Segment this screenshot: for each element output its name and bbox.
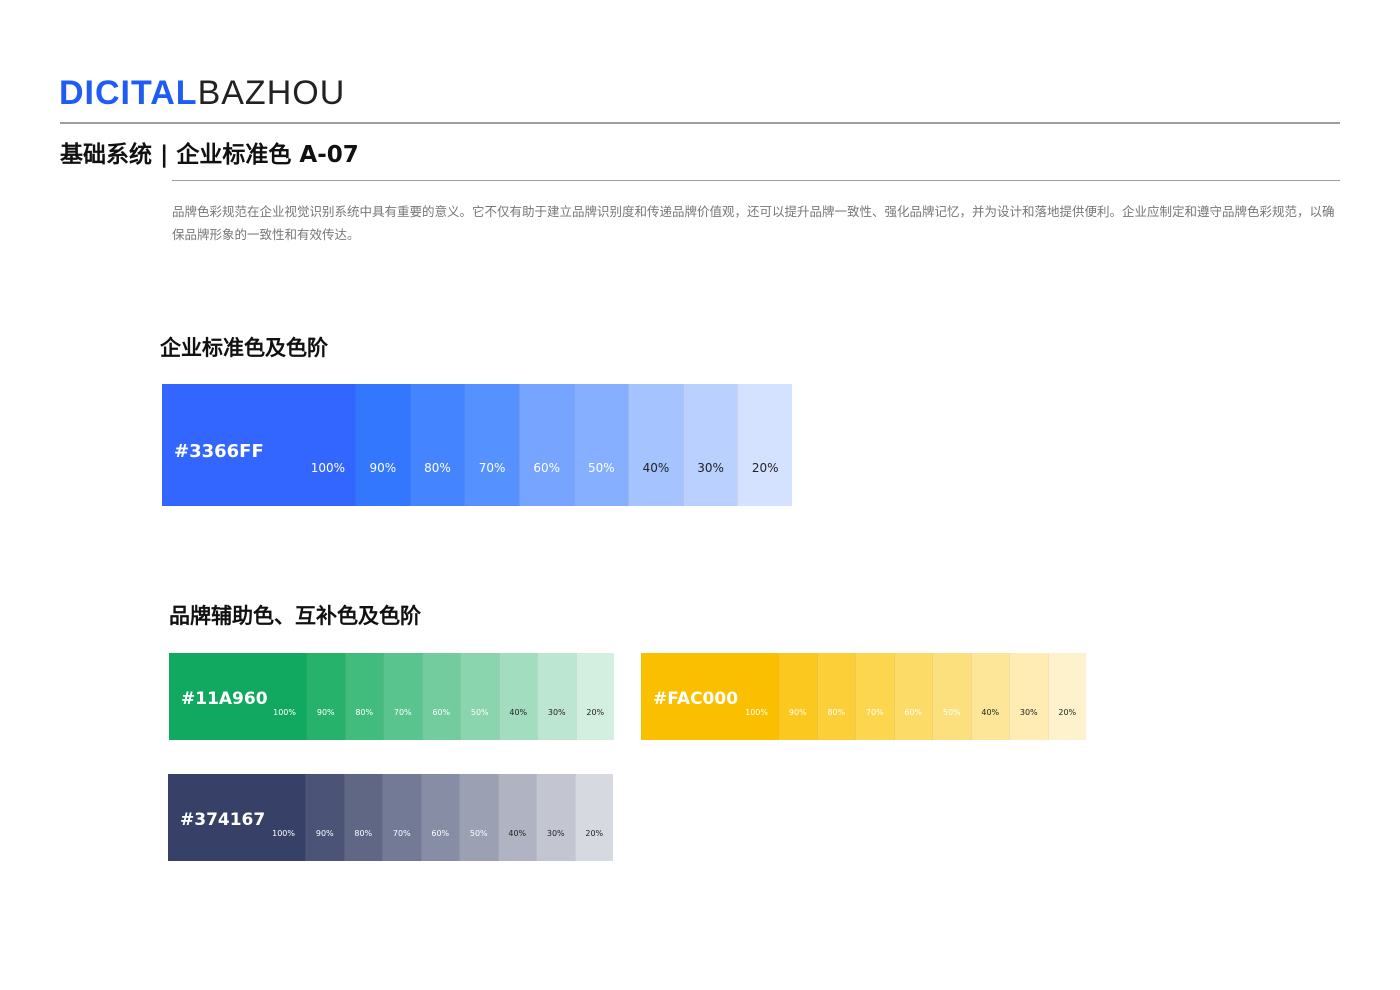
- color-swatch: 90%: [306, 653, 345, 740]
- color-swatch: 80%: [343, 774, 382, 861]
- color-swatch: 80%: [816, 653, 855, 740]
- tint-percentage-label: 100%: [273, 708, 296, 717]
- color-swatch: 50%: [932, 653, 971, 740]
- logo-part-1: DICITAL: [59, 74, 198, 112]
- tint-percentage-label: 100%: [745, 708, 768, 717]
- color-swatch: 50%: [573, 384, 629, 506]
- tint-percentage-label: 20%: [585, 829, 604, 838]
- color-swatch-main: #374167 100%: [168, 774, 305, 861]
- standard-color-palette: #3366FF 100% 90% 80% 70% 60% 50% 40% 30% 20%: [162, 384, 792, 506]
- color-swatch: 70%: [464, 384, 519, 506]
- tint-percentage-label: 70%: [393, 708, 412, 717]
- tint-percentage-label: 80%: [355, 708, 374, 717]
- intro-text: 品牌色彩规范在企业视觉识别系统中具有重要的意义。它不仅有助于建立品牌识别度和传递…: [172, 204, 1335, 242]
- color-swatch-main: #3366FF 100%: [162, 384, 355, 506]
- tint-percentage-label: 100%: [310, 461, 345, 475]
- color-swatch: 50%: [459, 774, 498, 861]
- tint-percentage-label: 90%: [316, 708, 335, 717]
- tint-percentage-label: 70%: [478, 461, 506, 475]
- color-swatch: 30%: [537, 653, 576, 740]
- tint-percentage-label: 30%: [1019, 708, 1038, 717]
- color-swatch: 80%: [409, 384, 465, 506]
- color-swatch: 20%: [737, 384, 792, 506]
- tint-percentage-label: 70%: [865, 708, 884, 717]
- color-swatch: 20%: [574, 774, 613, 861]
- tint-percentage-label: 30%: [546, 829, 565, 838]
- intro-divider: [172, 180, 1340, 181]
- color-swatch-main: #11A960 100%: [169, 653, 306, 740]
- tint-percentage-label: 20%: [1058, 708, 1077, 717]
- tint-percentage-label: 60%: [432, 708, 451, 717]
- color-swatch: 80%: [344, 653, 383, 740]
- standard-color-heading: 企业标准色及色阶: [160, 336, 328, 360]
- color-swatch: 60%: [893, 653, 932, 740]
- tint-percentage-label: 20%: [586, 708, 605, 717]
- tint-percentage-label: 40%: [508, 829, 527, 838]
- tint-percentage-label: 40%: [981, 708, 1000, 717]
- green-color-palette: #11A960 100% 90% 80% 70% 60% 50% 40% 30% 20%: [169, 653, 614, 740]
- color-swatch: 90%: [355, 384, 410, 506]
- color-swatch: 40%: [628, 384, 683, 506]
- tint-percentage-label: 30%: [697, 461, 724, 475]
- tint-percentage-label: 40%: [642, 461, 670, 475]
- color-hex-label: #FAC000: [653, 689, 739, 709]
- brand-logo: DICITALBAZHOU: [59, 76, 345, 110]
- tint-percentage-label: 50%: [942, 708, 961, 717]
- color-swatch: 20%: [1047, 653, 1086, 740]
- color-swatch: 30%: [536, 774, 575, 861]
- logo-part-2: BAZHOU: [197, 74, 346, 112]
- tint-percentage-label: 50%: [587, 461, 615, 475]
- color-swatch: 70%: [383, 653, 422, 740]
- color-swatch: 60%: [518, 384, 574, 506]
- tint-percentage-label: 60%: [431, 829, 450, 838]
- color-swatch: 90%: [778, 653, 817, 740]
- tint-percentage-label: 80%: [424, 461, 451, 475]
- color-swatch-main: #FAC000 100%: [641, 653, 778, 740]
- color-swatch: 40%: [498, 653, 537, 740]
- tint-percentage-label: 60%: [904, 708, 923, 717]
- color-swatch: 90%: [305, 774, 344, 861]
- color-swatch: 70%: [382, 774, 421, 861]
- header-divider: [60, 122, 1340, 124]
- tint-percentage-label: 50%: [470, 708, 489, 717]
- tint-percentage-label: 100%: [272, 829, 295, 838]
- color-swatch: 30%: [682, 384, 738, 506]
- color-swatch: 40%: [497, 774, 536, 861]
- auxiliary-color-heading: 品牌辅助色、互补色及色阶: [169, 604, 421, 628]
- tint-percentage-label: 40%: [509, 708, 528, 717]
- color-swatch: 20%: [575, 653, 614, 740]
- color-swatch: 30%: [1009, 653, 1048, 740]
- tint-percentage-label: 20%: [751, 461, 779, 475]
- tint-percentage-label: 80%: [354, 829, 373, 838]
- tint-percentage-label: 50%: [469, 829, 488, 838]
- color-swatch: 70%: [855, 653, 894, 740]
- tint-percentage-label: 90%: [369, 461, 397, 475]
- tint-percentage-label: 90%: [315, 829, 334, 838]
- color-swatch: 40%: [970, 653, 1009, 740]
- yellow-color-palette: #FAC000 100% 90% 80% 70% 60% 50% 40% 30% 20%: [641, 653, 1086, 740]
- tint-percentage-label: 70%: [392, 829, 411, 838]
- navy-color-palette: #374167 100% 90% 80% 70% 60% 50% 40% 30% 20%: [168, 774, 613, 861]
- color-swatch: 60%: [421, 653, 460, 740]
- color-swatch: 50%: [460, 653, 499, 740]
- page-title: 基础系统 | 企业标准色 A-07: [60, 142, 359, 168]
- color-swatch: 60%: [420, 774, 459, 861]
- color-hex-label: #3366FF: [174, 441, 264, 462]
- tint-percentage-label: 90%: [788, 708, 807, 717]
- tint-percentage-label: 80%: [827, 708, 846, 717]
- color-hex-label: #11A960: [181, 689, 268, 709]
- tint-percentage-label: 60%: [533, 461, 561, 475]
- color-hex-label: #374167: [180, 810, 266, 830]
- tint-percentage-label: 30%: [547, 708, 566, 717]
